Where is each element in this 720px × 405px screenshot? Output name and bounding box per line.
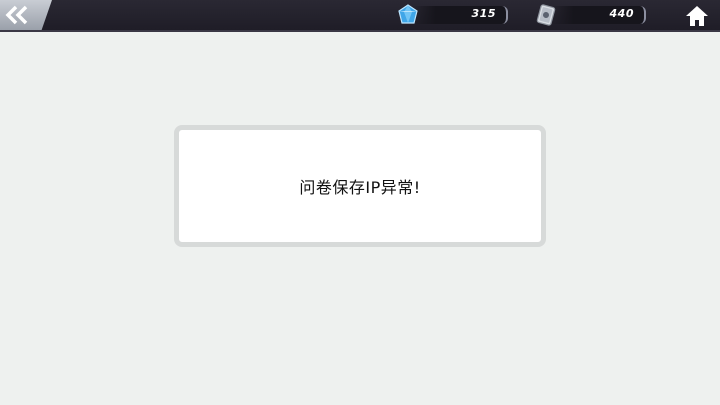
dialog-message: 问卷保存IP异常! [299,178,421,197]
ticket-count: 440 [609,7,634,20]
blue-gem-icon [398,4,418,24]
top-bar: 315 440 [0,0,720,32]
home-icon [686,6,708,26]
home-button[interactable] [684,3,710,29]
double-chevron-left-icon [5,5,28,25]
ticket-counter-field: 440 [550,6,646,24]
alert-dialog: 问卷保存IP异常! [174,125,546,247]
ticket-counter[interactable]: 440 [534,3,656,27]
gem-counter[interactable]: 315 [396,3,518,27]
ticket-card-icon [536,4,556,26]
gem-count: 315 [471,7,496,20]
gem-counter-field: 315 [412,6,508,24]
back-button[interactable] [0,0,52,30]
